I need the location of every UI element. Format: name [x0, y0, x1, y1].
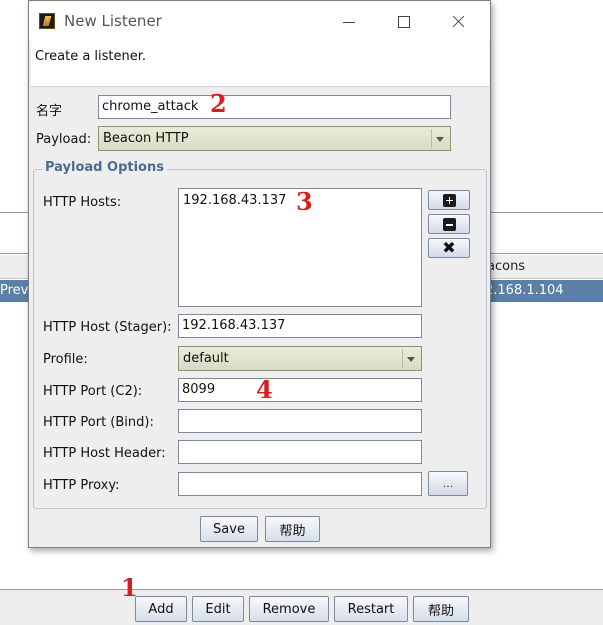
- x-icon: ✖: [442, 238, 456, 257]
- http-hosts-value[interactable]: 192.168.43.137: [183, 193, 286, 208]
- description-panel: Create a listener.: [31, 41, 489, 87]
- new-listener-dialog: New Listener Create a listener. 名字 chrom…: [28, 0, 491, 548]
- dialog-description: Create a listener.: [35, 49, 147, 64]
- annotation-marker-2: 2: [210, 89, 227, 118]
- http-port-bind-field[interactable]: [178, 409, 422, 433]
- edit-button[interactable]: Edit: [192, 596, 244, 622]
- chevron-down-icon[interactable]: [431, 129, 448, 148]
- http-host-stager-field[interactable]: 192.168.43.137: [178, 314, 422, 338]
- chevron-down-icon[interactable]: [402, 349, 419, 368]
- close-icon[interactable]: [439, 9, 479, 35]
- plus-icon: [442, 193, 456, 207]
- http-host-header-label: HTTP Host Header:: [43, 446, 166, 461]
- save-button[interactable]: Save: [200, 516, 258, 542]
- minus-icon: [442, 217, 456, 231]
- remove-host-button[interactable]: [428, 214, 470, 234]
- annotation-marker-1: 1: [121, 573, 138, 602]
- restart-button[interactable]: Restart: [334, 596, 408, 622]
- help-button-dialog[interactable]: 帮助: [265, 516, 320, 542]
- http-port-c2-label: HTTP Port (C2):: [43, 384, 143, 399]
- bg-cell-right: 2.168.1.104: [485, 283, 564, 298]
- dialog-title: New Listener: [64, 12, 162, 30]
- name-label: 名字: [36, 104, 63, 119]
- bg-col-header-beacons[interactable]: acons: [487, 259, 525, 274]
- add-button[interactable]: Add: [135, 596, 187, 622]
- http-port-c2-field[interactable]: 8099: [178, 378, 422, 402]
- name-field[interactable]: chrome_attack: [98, 95, 451, 119]
- maximize-icon[interactable]: [384, 9, 424, 35]
- http-host-stager-label: HTTP Host (Stager):: [43, 320, 172, 335]
- dialog-titlebar[interactable]: New Listener: [29, 1, 490, 41]
- add-host-button[interactable]: [428, 190, 470, 210]
- clear-hosts-button[interactable]: ✖: [428, 238, 470, 258]
- annotation-marker-3: 3: [296, 187, 313, 216]
- profile-select-value: default: [183, 351, 229, 366]
- payload-options-title: Payload Options: [42, 160, 167, 175]
- payload-select[interactable]: Beacon HTTP: [98, 126, 451, 151]
- http-hosts-label: HTTP Hosts:: [43, 195, 122, 210]
- http-port-bind-label: HTTP Port (Bind):: [43, 415, 154, 430]
- payload-select-value: Beacon HTTP: [103, 131, 189, 146]
- payload-label: Payload:: [36, 132, 92, 147]
- http-proxy-field[interactable]: [178, 472, 422, 496]
- remove-button[interactable]: Remove: [249, 596, 329, 622]
- app-icon: [39, 13, 55, 29]
- help-button-main[interactable]: 帮助: [413, 596, 469, 622]
- profile-select[interactable]: default: [178, 346, 422, 371]
- profile-label: Profile:: [43, 352, 88, 367]
- http-proxy-label: HTTP Proxy:: [43, 478, 120, 493]
- proxy-settings-button[interactable]: ...: [428, 471, 468, 496]
- http-host-header-field[interactable]: [178, 440, 422, 464]
- minimize-icon[interactable]: [329, 9, 369, 35]
- annotation-marker-4: 4: [256, 375, 273, 404]
